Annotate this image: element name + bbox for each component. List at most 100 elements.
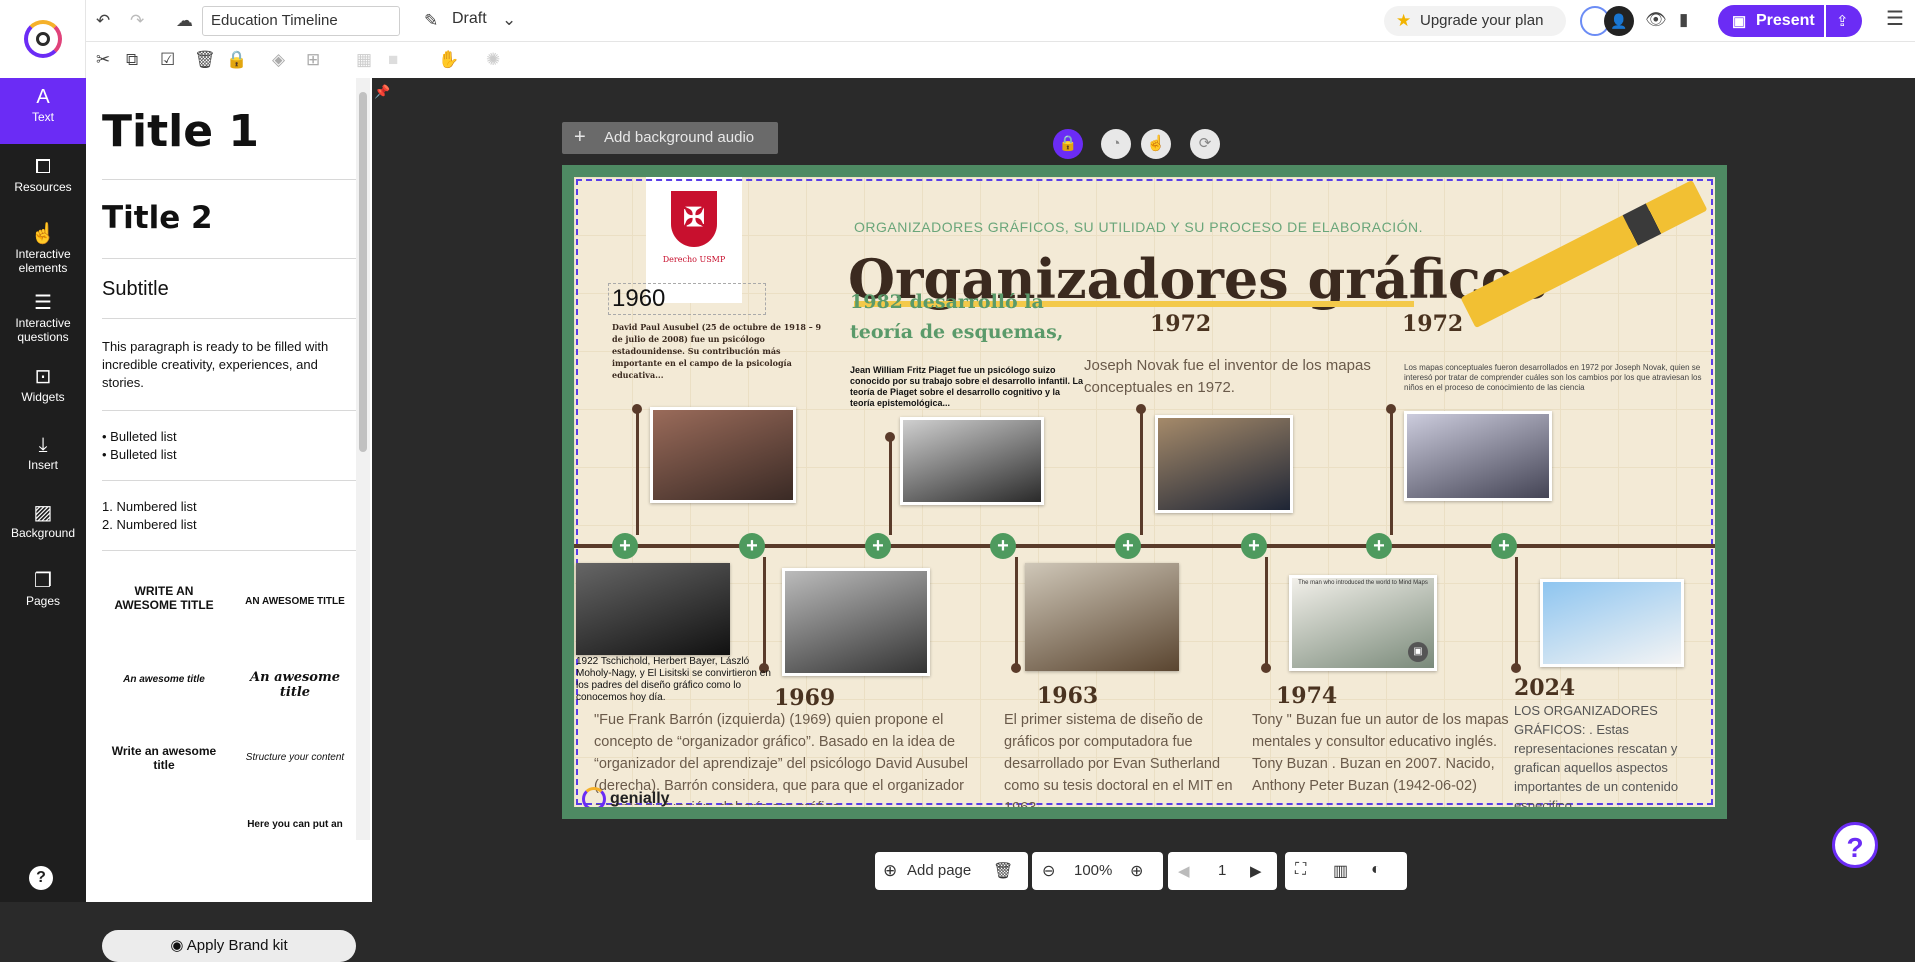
refresh-icon[interactable]: ⟳ bbox=[1190, 129, 1220, 159]
portrait-image[interactable] bbox=[1404, 411, 1552, 501]
add-user-icon[interactable]: 👤 bbox=[1604, 6, 1634, 36]
grid-view-icon[interactable]: ▥ bbox=[1333, 861, 1348, 881]
undo-icon[interactable]: ↶ bbox=[96, 11, 110, 31]
slide[interactable]: ✠ Derecho USMP ORGANIZADORES GRÁFICOS, S… bbox=[562, 165, 1727, 819]
apply-brand-kit-button[interactable]: ◉ Apply Brand kit bbox=[102, 930, 356, 962]
event-text[interactable]: LOS ORGANIZADORES GRÁFICOS: . Estas repr… bbox=[1514, 701, 1692, 807]
preview-eye-icon[interactable]: 👁 bbox=[1645, 10, 1667, 30]
event-year[interactable]: 2024 bbox=[1514, 675, 1575, 701]
pin-icon[interactable]: 📌 bbox=[374, 82, 390, 102]
next-page-icon[interactable]: ▶ bbox=[1250, 862, 1262, 880]
event-year[interactable]: 1972 bbox=[1150, 311, 1211, 337]
color-icon[interactable]: ■ bbox=[388, 50, 398, 70]
template-title-7[interactable]: Here you can put an bbox=[234, 819, 356, 833]
group-icon[interactable]: ⊞ bbox=[306, 50, 320, 70]
plus-icon[interactable]: + bbox=[1115, 533, 1141, 559]
template-title-5[interactable]: Write an awesome title bbox=[102, 744, 226, 772]
sidebar-item-text[interactable]: A Text bbox=[0, 78, 86, 144]
subtitle-preset[interactable]: Subtitle bbox=[102, 278, 169, 301]
draft-status[interactable]: Draft bbox=[452, 10, 487, 28]
genially-logo[interactable] bbox=[0, 0, 86, 78]
event-year[interactable]: 1963 bbox=[1037, 683, 1098, 709]
portrait-image[interactable] bbox=[1025, 563, 1179, 671]
animation-icon[interactable]: ✺ bbox=[486, 50, 500, 70]
computer-image[interactable] bbox=[1540, 579, 1684, 667]
portrait-image[interactable] bbox=[576, 563, 730, 655]
event-year[interactable]: 1960 bbox=[612, 285, 665, 313]
unlock-icon[interactable]: ◔ bbox=[1101, 129, 1131, 159]
plus-icon[interactable]: + bbox=[1366, 533, 1392, 559]
delete-icon[interactable]: 🗑 bbox=[194, 50, 216, 70]
event-text[interactable]: David Paul Ausubel (25 de octubre de 191… bbox=[612, 321, 830, 381]
template-title-1[interactable]: WRITE AN AWESOME TITLE bbox=[102, 584, 226, 612]
portrait-image[interactable] bbox=[1155, 415, 1293, 513]
bulleted-list-preset[interactable]: • Bulleted list • Bulleted list bbox=[102, 428, 177, 464]
add-background-audio-button[interactable]: + Add background audio bbox=[562, 122, 778, 154]
event-heading[interactable]: 1982 desarrolló la teoría de esquemas, bbox=[850, 287, 1070, 347]
project-title-input[interactable]: Education Timeline bbox=[202, 6, 400, 36]
hand-icon[interactable]: ✋ bbox=[438, 50, 459, 70]
plus-icon[interactable]: + bbox=[990, 533, 1016, 559]
portrait-image[interactable] bbox=[900, 417, 1044, 505]
plus-icon[interactable]: + bbox=[865, 533, 891, 559]
lock-icon[interactable]: 🔒 bbox=[226, 50, 247, 70]
trash-icon[interactable]: 🗑 bbox=[993, 861, 1013, 881]
image-icon[interactable]: ▣ bbox=[1408, 642, 1428, 662]
help-icon[interactable]: ? bbox=[29, 866, 53, 890]
cut-icon[interactable]: ✂ bbox=[96, 50, 110, 70]
zoom-in-icon[interactable]: ⊕ bbox=[1130, 861, 1143, 881]
share-button[interactable]: ⇪ bbox=[1826, 5, 1862, 37]
help-chat-button[interactable]: ? bbox=[1832, 822, 1878, 868]
zoom-level[interactable]: 100% bbox=[1074, 862, 1112, 879]
plus-icon[interactable]: + bbox=[1241, 533, 1267, 559]
theme-icon[interactable]: ◐ bbox=[1371, 861, 1381, 879]
redo-icon[interactable]: ↷ bbox=[130, 11, 144, 31]
title2-preset[interactable]: Title 2 bbox=[102, 200, 213, 236]
event-year[interactable]: 1974 bbox=[1276, 683, 1337, 709]
lock-slide-icon[interactable]: 🔒 bbox=[1053, 129, 1083, 159]
interactive-icon[interactable]: ☝ bbox=[1141, 129, 1171, 159]
sidebar-item-interactive-elements[interactable]: ☝ Interactive elements bbox=[0, 215, 86, 281]
fit-screen-icon[interactable]: ⛶ bbox=[1295, 861, 1306, 879]
portrait-image[interactable] bbox=[650, 407, 796, 503]
event-year[interactable]: 1969 bbox=[774, 685, 835, 711]
chevron-down-icon[interactable]: ⌄ bbox=[502, 10, 516, 30]
paragraph-preset[interactable]: This paragraph is ready to be filled wit… bbox=[102, 338, 346, 392]
numbered-list-preset[interactable]: 1. Numbered list 2. Numbered list bbox=[102, 498, 197, 534]
present-button[interactable]: ▣ Present bbox=[1718, 5, 1824, 37]
plus-icon[interactable]: + bbox=[1491, 533, 1517, 559]
event-text[interactable]: El primer sistema de diseño de gráficos … bbox=[1004, 709, 1248, 807]
stats-icon[interactable]: ▮ bbox=[1679, 10, 1688, 30]
menu-icon[interactable]: ☰ bbox=[1886, 9, 1904, 29]
event-year[interactable]: 1972 bbox=[1402, 311, 1463, 337]
plus-icon[interactable]: + bbox=[612, 533, 638, 559]
paste-icon[interactable]: ☑ bbox=[160, 50, 175, 70]
copy-icon[interactable]: ⧉ bbox=[126, 50, 138, 70]
template-title-6[interactable]: Structure your content bbox=[234, 752, 356, 763]
sidebar-item-interactive-questions[interactable]: ☰ Interactive questions bbox=[0, 284, 86, 350]
ai-bot-icon[interactable]: ☁ bbox=[176, 11, 193, 31]
portrait-image[interactable] bbox=[782, 568, 930, 676]
sidebar-item-background[interactable]: ▨ Background bbox=[0, 494, 86, 560]
event-text[interactable]: Jean William Fritz Piaget fue un psicólo… bbox=[850, 365, 1084, 409]
sidebar-item-insert[interactable]: ⤓ Insert bbox=[0, 426, 86, 492]
plus-icon[interactable]: + bbox=[739, 533, 765, 559]
mind-map-image[interactable]: The man who introduced the world to Mind… bbox=[1289, 575, 1437, 671]
title1-preset[interactable]: Title 1 bbox=[102, 106, 259, 157]
event-text[interactable]: Tony " Buzan fue un autor de los mapas m… bbox=[1252, 709, 1514, 797]
zoom-out-icon[interactable]: ⊖ bbox=[1042, 861, 1055, 881]
upgrade-plan-button[interactable]: ★ Upgrade your plan bbox=[1384, 6, 1566, 36]
scrollbar-thumb[interactable] bbox=[359, 92, 367, 452]
event-text[interactable]: 1922 Tschichold, Herbert Bayer, László M… bbox=[576, 656, 776, 704]
layers-icon[interactable]: ◈ bbox=[272, 50, 285, 70]
transparency-icon[interactable]: ▦ bbox=[356, 50, 372, 70]
template-title-3[interactable]: An awesome title bbox=[102, 674, 226, 685]
event-text[interactable]: Joseph Novak fue el inventor de los mapa… bbox=[1084, 355, 1402, 399]
prev-page-icon[interactable]: ◀ bbox=[1178, 862, 1190, 880]
sidebar-item-widgets[interactable]: ⊡ Widgets bbox=[0, 358, 86, 424]
sidebar-item-resources[interactable]: ⧠ Resources bbox=[0, 148, 86, 214]
add-page-button[interactable]: ⊕ Add page 🗑 bbox=[875, 852, 1028, 890]
sidebar-item-pages[interactable]: ❐ Pages bbox=[0, 562, 86, 628]
event-text[interactable]: Los mapas conceptuales fueron desarrolla… bbox=[1404, 363, 1704, 393]
panel-scrollbar[interactable] bbox=[356, 78, 370, 840]
